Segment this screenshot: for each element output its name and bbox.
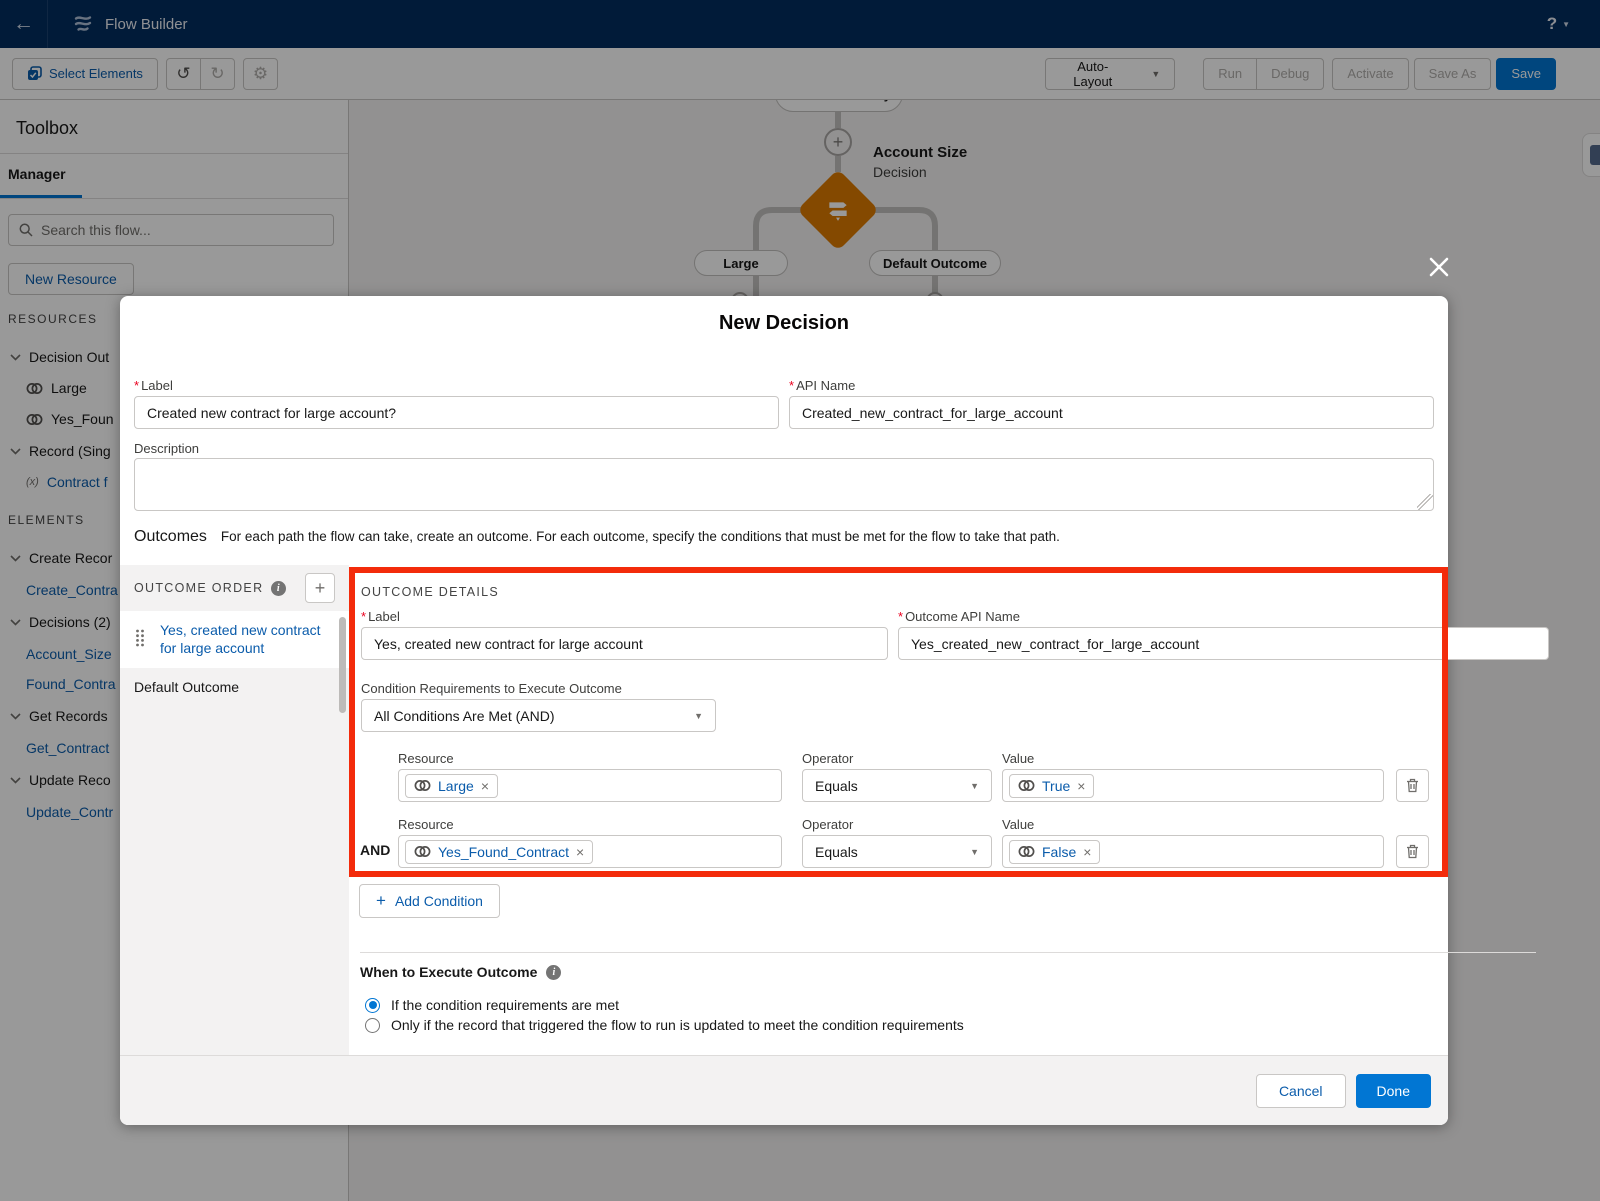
add-outcome-button[interactable]: +: [305, 573, 335, 603]
cancel-button[interactable]: Cancel: [1256, 1074, 1346, 1108]
trash-icon: [1406, 778, 1419, 793]
drag-handle-icon[interactable]: [135, 629, 145, 652]
outcome-api-name-input[interactable]: [898, 627, 1549, 660]
close-icon: [1427, 255, 1451, 279]
outcomes-heading: Outcomes: [134, 528, 207, 546]
info-icon: i: [546, 965, 561, 980]
radio-condition-requirements-met[interactable]: If the condition requirements are met: [365, 997, 619, 1013]
value-column-label: Value: [1002, 751, 1034, 766]
remove-token-icon[interactable]: ×: [576, 844, 584, 860]
toggle-resource-icon: [1018, 779, 1035, 792]
done-button[interactable]: Done: [1356, 1074, 1431, 1108]
chevron-down-icon: ▼: [694, 711, 703, 721]
token-label: False: [1042, 844, 1076, 860]
add-condition-button[interactable]: + Add Condition: [359, 884, 500, 918]
api-name-field-label: *API Name: [789, 378, 855, 393]
modal-title: New Decision: [120, 312, 1448, 335]
outcomes-header: Outcomes For each path the flow can take…: [134, 528, 1060, 546]
label-field-label: *Label: [134, 378, 173, 393]
outcomes-description: For each path the flow can take, create …: [221, 529, 1060, 544]
resource-token: Yes_Found_Contract ×: [405, 840, 593, 864]
remove-token-icon[interactable]: ×: [1083, 844, 1091, 860]
cancel-label: Cancel: [1279, 1083, 1323, 1099]
condition-1-resource-input[interactable]: Large ×: [398, 769, 782, 802]
radio-label: Only if the record that triggered the fl…: [391, 1017, 964, 1033]
and-connector-label: AND: [360, 842, 390, 858]
condition-requirements-select[interactable]: All Conditions Are Met (AND) ▼: [361, 699, 716, 732]
new-decision-modal: New Decision *Label *API Name Descriptio…: [120, 296, 1448, 1125]
decision-api-name-input[interactable]: [789, 396, 1434, 429]
resource-token: Large ×: [405, 774, 498, 798]
when-to-execute-heading: When to Execute Outcome i: [360, 964, 561, 980]
resource-column-label: Resource: [398, 817, 454, 832]
operator-value: Equals: [815, 778, 858, 794]
decision-label-input[interactable]: [134, 396, 779, 429]
radio-record-updated[interactable]: Only if the record that triggered the fl…: [365, 1017, 964, 1033]
outcome-order-item-label: Default Outcome: [134, 679, 239, 695]
toggle-resource-icon: [414, 779, 431, 792]
condition-1-value-input[interactable]: True ×: [1002, 769, 1384, 802]
outcome-order-item-default[interactable]: Default Outcome: [120, 668, 349, 706]
add-condition-label: Add Condition: [395, 893, 483, 909]
modal-footer: Cancel Done: [120, 1055, 1448, 1125]
required-mark: *: [898, 609, 903, 624]
condition-requirements-label: Condition Requirements to Execute Outcom…: [361, 681, 622, 696]
value-token: False ×: [1009, 840, 1100, 864]
flow-builder-app: ← Flow Builder ? ▼ Select Elements: [0, 0, 1600, 1201]
operator-column-label: Operator: [802, 751, 853, 766]
remove-token-icon[interactable]: ×: [481, 778, 489, 794]
token-label: Large: [438, 778, 474, 794]
radio-label: If the condition requirements are met: [391, 997, 619, 1013]
outcome-order-item-label: Yes, created new contract for large acco…: [160, 622, 321, 656]
condition-2-operator-select[interactable]: Equals ▼: [802, 835, 992, 868]
required-mark: *: [361, 609, 366, 624]
resource-column-label: Resource: [398, 751, 454, 766]
toggle-resource-icon: [1018, 845, 1035, 858]
required-mark: *: [134, 378, 139, 393]
done-label: Done: [1377, 1083, 1410, 1099]
operator-column-label: Operator: [802, 817, 853, 832]
token-label: Yes_Found_Contract: [438, 844, 569, 860]
chevron-down-icon: ▼: [970, 847, 979, 857]
remove-token-icon[interactable]: ×: [1077, 778, 1085, 794]
operator-value: Equals: [815, 844, 858, 860]
outcome-label-field-label: *Label: [361, 609, 400, 624]
condition-2-resource-input[interactable]: Yes_Found_Contract ×: [398, 835, 782, 868]
required-mark: *: [789, 378, 794, 393]
outcome-order-heading: OUTCOME ORDER: [134, 581, 263, 595]
outcome-order-scrollbar[interactable]: [339, 617, 346, 713]
condition-2-value-input[interactable]: False ×: [1002, 835, 1384, 868]
modal-close-button[interactable]: [1424, 252, 1454, 282]
info-icon: i: [271, 581, 286, 596]
outcome-order-panel: OUTCOME ORDER i + Yes, created new contr…: [120, 565, 349, 1055]
token-label: True: [1042, 778, 1070, 794]
plus-icon: +: [376, 891, 386, 911]
outcome-details-heading: OUTCOME DETAILS: [361, 585, 499, 599]
condition-requirements-value: All Conditions Are Met (AND): [374, 708, 555, 724]
chevron-down-icon: ▼: [970, 781, 979, 791]
delete-condition-1-button[interactable]: [1396, 769, 1429, 802]
outcome-order-header: OUTCOME ORDER i +: [120, 565, 349, 611]
condition-1-operator-select[interactable]: Equals ▼: [802, 769, 992, 802]
value-column-label: Value: [1002, 817, 1034, 832]
outcome-label-input[interactable]: [361, 627, 888, 660]
outcome-order-item-active[interactable]: Yes, created new contract for large acco…: [120, 611, 349, 668]
outcome-api-field-label: *Outcome API Name: [898, 609, 1020, 624]
radio-selected-icon[interactable]: [365, 998, 380, 1013]
plus-icon: +: [315, 578, 326, 599]
description-field-label: Description: [134, 441, 199, 456]
radio-unselected-icon[interactable]: [365, 1018, 380, 1033]
value-token: True ×: [1009, 774, 1094, 798]
trash-icon: [1406, 844, 1419, 859]
description-textarea[interactable]: [134, 458, 1434, 511]
toggle-resource-icon: [414, 845, 431, 858]
delete-condition-2-button[interactable]: [1396, 835, 1429, 868]
section-divider: [360, 952, 1536, 953]
